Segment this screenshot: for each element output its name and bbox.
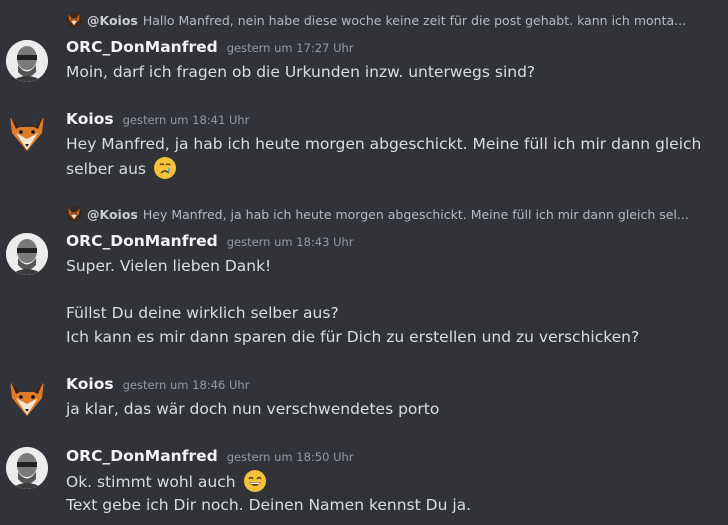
avatar[interactable]	[6, 233, 48, 275]
reply-preview[interactable]: @Koios Hallo Manfred, nein habe diese wo…	[66, 11, 728, 29]
message-text: selber aus	[66, 160, 146, 178]
timestamp[interactable]: gestern um 17:27 Uhr	[227, 41, 354, 55]
reply-preview[interactable]: @Koios Hey Manfred, ja hab ich heute mor…	[66, 205, 728, 223]
fox-avatar-small-icon	[66, 12, 82, 28]
message-text: Moin, darf ich fragen ob die Urkunden in…	[66, 63, 536, 81]
timestamp[interactable]: gestern um 18:50 Uhr	[227, 450, 354, 464]
message-text-line: selber aus	[66, 157, 176, 181]
message-text: Hey Manfred, ja hab ich heute morgen abg…	[66, 135, 702, 153]
timestamp[interactable]: gestern um 18:41 Uhr	[123, 113, 250, 127]
message-text: Ok. stimmt wohl auch	[66, 473, 236, 491]
message-text-line: Ok. stimmt wohl auch	[66, 470, 266, 494]
crying-face-emoji-icon[interactable]	[153, 157, 176, 179]
message-text: Text gebe ich Dir noch. Deinen Namen ken…	[66, 496, 472, 514]
message-text: Ich kann es mir dann sparen die für Dich…	[66, 328, 640, 346]
reply-author[interactable]: @Koios	[87, 207, 138, 222]
fox-avatar[interactable]	[6, 376, 48, 418]
message-text: Super. Vielen lieben Dank!	[66, 257, 272, 275]
username[interactable]: ORC_DonManfred	[66, 38, 218, 56]
fox-avatar-small-icon	[66, 206, 82, 222]
timestamp[interactable]: gestern um 18:43 Uhr	[227, 235, 354, 249]
username[interactable]: ORC_DonManfred	[66, 447, 218, 465]
timestamp[interactable]: gestern um 18:46 Uhr	[123, 378, 250, 392]
avatar[interactable]	[6, 40, 48, 82]
reply-text: Hallo Manfred, nein habe diese woche kei…	[142, 12, 687, 28]
fox-avatar[interactable]	[6, 111, 48, 153]
message-text: ja klar, das wär doch nun verschwendetes…	[66, 400, 440, 418]
username[interactable]: ORC_DonManfred	[66, 232, 218, 250]
reply-author[interactable]: @Koios	[87, 13, 138, 28]
avatar[interactable]	[6, 447, 48, 489]
message-text: Füllst Du deine wirklich selber aus?	[66, 304, 339, 322]
username[interactable]: Koios	[66, 110, 114, 128]
reply-text: Hey Manfred, ja hab ich heute morgen abg…	[142, 206, 689, 222]
grinning-face-emoji-icon[interactable]	[243, 470, 266, 492]
username[interactable]: Koios	[66, 375, 114, 393]
